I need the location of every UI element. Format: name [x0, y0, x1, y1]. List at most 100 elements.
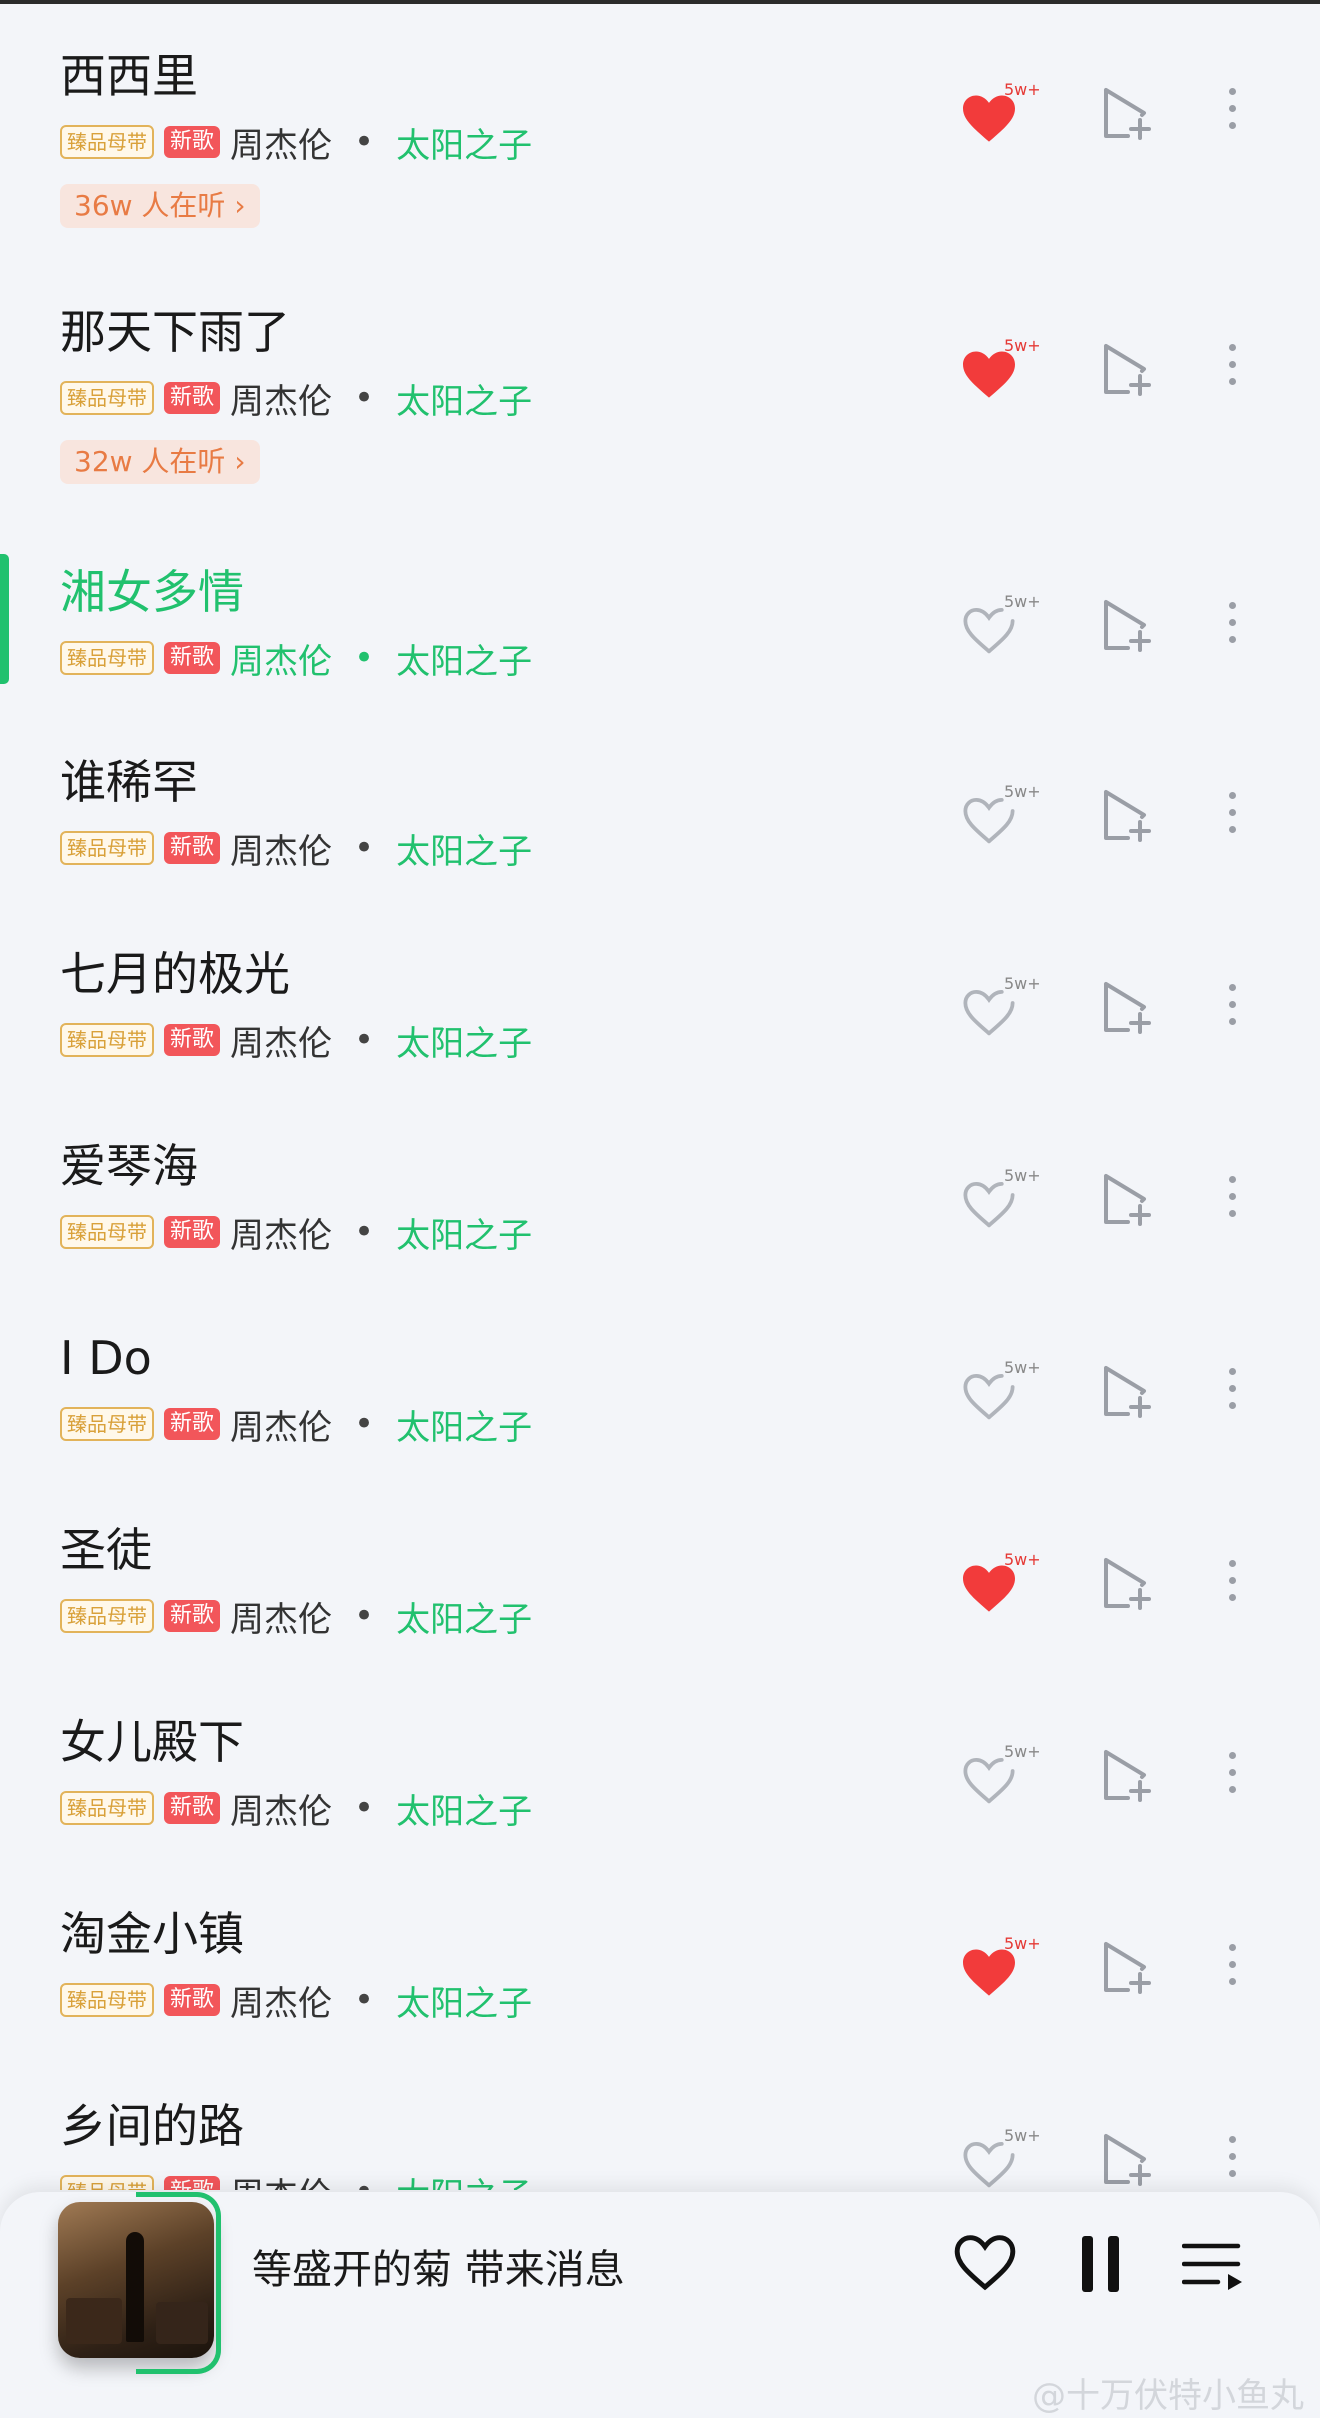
artist-link[interactable]: 周杰伦 [230, 1400, 332, 1449]
list-item-song[interactable]: 女儿殿下 臻品母带 新歌 周杰伦 • 太阳之子 5w+ [0, 1666, 1320, 1856]
like-button[interactable]: 5w+ [960, 1742, 1046, 1812]
album-link[interactable]: 太阳之子 [396, 1208, 532, 1257]
player-like-button[interactable] [952, 2232, 1018, 2298]
heart-outline-icon [963, 1758, 1015, 1804]
like-count: 5w+ [1004, 1358, 1041, 1377]
album-link[interactable]: 太阳之子 [396, 1016, 532, 1065]
more-options-button[interactable] [1220, 338, 1244, 398]
add-to-playlist-button[interactable] [1100, 980, 1154, 1036]
song-title: 淘金小镇 [60, 1907, 244, 1961]
song-title: 爱琴海 [60, 1139, 198, 1193]
playlist-queue-button[interactable] [1181, 2240, 1246, 2292]
add-to-playlist-icon [1104, 2134, 1151, 2186]
list-item-song[interactable]: 淘金小镇 臻品母带 新歌 周杰伦 • 太阳之子 5w+ [0, 1858, 1320, 2048]
now-playing-title[interactable]: 等盛开的菊 带来消息 [252, 2240, 625, 2300]
song-title: 七月的极光 [60, 947, 290, 1001]
artist-link[interactable]: 周杰伦 [230, 1592, 332, 1641]
like-button[interactable]: 5w+ [960, 80, 1046, 150]
artist-link[interactable]: 周杰伦 [230, 118, 332, 167]
like-button[interactable]: 5w+ [960, 1934, 1046, 2004]
list-item-song[interactable]: 爱琴海 臻品母带 新歌 周杰伦 • 太阳之子 5w+ [0, 1090, 1320, 1280]
new-song-badge: 新歌 [164, 1216, 221, 1248]
add-to-playlist-button[interactable] [1100, 342, 1154, 398]
artist-link[interactable]: 周杰伦 [230, 1016, 332, 1065]
more-options-button[interactable] [1220, 596, 1244, 656]
album-link[interactable]: 太阳之子 [396, 824, 532, 873]
album-link[interactable]: 太阳之子 [396, 1592, 532, 1641]
add-to-playlist-button[interactable] [1100, 2132, 1154, 2188]
list-item-song-playing[interactable]: 湘女多情 臻品母带 新歌 周杰伦 • 太阳之子 5w+ [0, 514, 1320, 704]
like-button[interactable]: 5w+ [960, 782, 1046, 852]
pause-button[interactable] [1078, 2236, 1122, 2292]
artist-link[interactable]: 周杰伦 [230, 1784, 332, 1833]
add-to-playlist-icon [1104, 790, 1151, 842]
new-song-badge: 新歌 [164, 1792, 221, 1824]
more-options-button[interactable] [1220, 1554, 1244, 1614]
add-to-playlist-button[interactable] [1100, 1748, 1154, 1804]
artist-link[interactable]: 周杰伦 [230, 824, 332, 873]
artist-link[interactable]: 周杰伦 [230, 634, 332, 683]
quality-badge: 臻品母带 [60, 1023, 154, 1057]
album-link[interactable]: 太阳之子 [396, 1400, 532, 1449]
add-to-playlist-icon [1104, 88, 1151, 140]
watermark: @十万伏特小鱼丸 [1032, 2376, 1304, 2416]
more-options-button[interactable] [1220, 2130, 1244, 2190]
more-options-button[interactable] [1220, 1938, 1244, 1998]
more-options-button[interactable] [1220, 1170, 1244, 1230]
like-button[interactable]: 5w+ [960, 2126, 1046, 2190]
more-options-button[interactable] [1220, 82, 1244, 142]
like-button[interactable]: 5w+ [960, 592, 1046, 662]
dot [1228, 2153, 1236, 2160]
song-title: 那天下雨了 [60, 305, 290, 359]
album-link[interactable]: 太阳之子 [396, 118, 532, 167]
dot [1228, 1577, 1236, 1584]
album-link[interactable]: 太阳之子 [396, 1784, 532, 1833]
artist-link[interactable]: 周杰伦 [230, 1208, 332, 1257]
album-link[interactable]: 太阳之子 [396, 2168, 532, 2191]
album-link[interactable]: 太阳之子 [396, 634, 532, 683]
like-button[interactable]: 5w+ [960, 336, 1046, 406]
add-to-playlist-button[interactable] [1100, 1364, 1154, 1420]
listeners-badge[interactable]: 32w 人在听 › [60, 440, 260, 484]
more-options-button[interactable] [1220, 1746, 1244, 1806]
list-item-song[interactable]: 七月的极光 臻品母带 新歌 周杰伦 • 太阳之子 5w+ [0, 898, 1320, 1088]
like-button[interactable]: 5w+ [960, 974, 1046, 1044]
list-item-song[interactable]: 圣徒 臻品母带 新歌 周杰伦 • 太阳之子 5w+ [0, 1474, 1320, 1664]
add-to-playlist-icon [1104, 982, 1151, 1034]
more-options-button[interactable] [1220, 978, 1244, 1038]
add-to-playlist-button[interactable] [1100, 1940, 1154, 1996]
artist-link[interactable]: 周杰伦 [230, 2168, 332, 2191]
listeners-badge[interactable]: 36w 人在听 › [60, 184, 260, 228]
song-meta: 臻品母带 新歌 周杰伦 • 太阳之子 [60, 1592, 532, 1641]
song-title: 谁稀罕 [60, 755, 198, 809]
list-item-song[interactable]: I Do 臻品母带 新歌 周杰伦 • 太阳之子 5w+ [0, 1282, 1320, 1472]
like-button[interactable]: 5w+ [960, 1166, 1046, 1236]
artist-link[interactable]: 周杰伦 [230, 1976, 332, 2025]
dot [1228, 378, 1236, 385]
add-to-playlist-button[interactable] [1100, 598, 1154, 654]
list-item-song[interactable]: 谁稀罕 臻品母带 新歌 周杰伦 • 太阳之子 5w+ [0, 706, 1320, 896]
song-meta: 臻品母带 新歌 周杰伦 • 太阳之子 [60, 118, 532, 167]
list-item-song[interactable]: 乡间的路 臻品母带 新歌 周杰伦 • 太阳之子 5w+ [0, 2050, 1320, 2190]
album-link[interactable]: 太阳之子 [396, 1976, 532, 2025]
add-to-playlist-icon [1104, 1366, 1151, 1418]
list-item-song[interactable]: 西西里 臻品母带 新歌 周杰伦 • 太阳之子 36w 人在听 › 5w+ [0, 4, 1320, 256]
like-button[interactable]: 5w+ [960, 1550, 1046, 1620]
add-to-playlist-button[interactable] [1100, 86, 1154, 142]
dot [1228, 344, 1236, 351]
more-options-button[interactable] [1220, 1362, 1244, 1422]
song-meta: 臻品母带 新歌 周杰伦 • 太阳之子 [60, 374, 532, 423]
more-options-button[interactable] [1220, 786, 1244, 846]
like-count: 5w+ [1004, 592, 1041, 611]
pause-icon [1082, 2236, 1093, 2292]
album-link[interactable]: 太阳之子 [396, 374, 532, 423]
add-to-playlist-button[interactable] [1100, 1172, 1154, 1228]
playlist-queue-icon [1181, 2243, 1242, 2290]
artist-link[interactable]: 周杰伦 [230, 374, 332, 423]
list-item-song[interactable]: 那天下雨了 臻品母带 新歌 周杰伦 • 太阳之子 32w 人在听 › 5w+ [0, 260, 1320, 512]
like-button[interactable]: 5w+ [960, 1358, 1046, 1428]
new-song-badge: 新歌 [164, 1984, 221, 2016]
song-meta: 臻品母带 新歌 周杰伦 • 太阳之子 [60, 1400, 532, 1449]
add-to-playlist-button[interactable] [1100, 788, 1154, 844]
add-to-playlist-button[interactable] [1100, 1556, 1154, 1612]
